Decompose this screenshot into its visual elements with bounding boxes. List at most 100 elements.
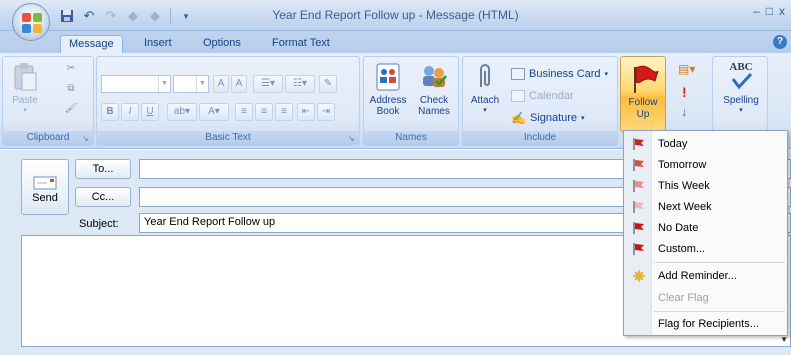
flag-today-icon (624, 133, 652, 154)
flag-this-week-icon (624, 175, 652, 196)
menu-label-flag-for-recipients: Flag for Recipients... (658, 317, 759, 330)
bold-button[interactable]: B (101, 103, 119, 121)
address-book-button[interactable]: Address Book (368, 61, 408, 117)
center-button[interactable]: ≡ (255, 103, 273, 121)
align-left-button[interactable]: ≡ (235, 103, 253, 121)
minimize-button[interactable]: – (753, 4, 760, 18)
check-names-icon (418, 61, 450, 93)
follow-up-label-line1: Follow (628, 97, 658, 108)
font-color-button[interactable]: A▾ (199, 103, 229, 121)
tab-insert[interactable]: Insert (136, 35, 180, 53)
spelling-check-icon: ABC (725, 61, 757, 93)
menu-separator (654, 262, 785, 263)
font-size-combo[interactable]: ▼ (173, 75, 209, 93)
underline-button[interactable]: U (141, 103, 159, 121)
menu-item-flag-for-recipients[interactable]: Flag for Recipients... (624, 313, 787, 334)
basic-text-group: ▼ ▼ A A ☰▾ ☷▾ ✎ B I U ab▾ A▾ ≡ ≡ ≡ ⇤ ⇥ B… (96, 56, 360, 146)
menu-item-this-week[interactable]: This Week (624, 175, 787, 196)
flag-no-date-icon (624, 217, 652, 238)
shrink-font-button[interactable]: A (231, 75, 247, 93)
cut-icon[interactable]: ✂ (61, 61, 81, 79)
scroll-down-icon[interactable]: ▼ (780, 335, 788, 344)
high-importance-icon[interactable]: ! (682, 84, 687, 100)
numbering-button[interactable]: ☷▾ (285, 75, 315, 93)
calendar-icon (511, 90, 525, 102)
menu-item-tomorrow[interactable]: Tomorrow (624, 154, 787, 175)
menu-label-add-reminder: Add Reminder... (658, 269, 737, 282)
format-painter-icon[interactable]: 🖌 (61, 101, 81, 119)
calendar-label: Calendar (529, 90, 574, 102)
calendar-button[interactable]: Calendar (511, 87, 574, 105)
reminder-bell-icon (624, 265, 652, 286)
grow-font-button[interactable]: A (213, 75, 229, 93)
increase-indent-button[interactable]: ⇥ (317, 103, 335, 121)
bullets-button[interactable]: ☰▾ (253, 75, 283, 93)
paste-dropdown-icon: ▾ (23, 107, 27, 114)
signature-dropdown-icon: ▾ (581, 115, 585, 122)
follow-up-menu: Today Tomorrow This Week Next Week No Da… (623, 130, 788, 336)
window-controls: – □ x (753, 4, 785, 18)
menu-item-custom[interactable]: Custom... (624, 238, 787, 259)
categorize-icon[interactable]: ▤▾ (678, 62, 695, 76)
flag-recipients-icon-slot (624, 313, 652, 334)
send-button[interactable]: Send (21, 159, 69, 215)
business-card-icon (511, 68, 525, 80)
menu-label-clear-flag: Clear Flag (658, 291, 709, 304)
help-icon[interactable]: ? (773, 35, 787, 49)
menu-item-no-date[interactable]: No Date (624, 217, 787, 238)
align-right-button[interactable]: ≡ (275, 103, 293, 121)
tab-format-text[interactable]: Format Text (264, 35, 338, 53)
attach-label: Attach (470, 95, 500, 106)
include-group-label: Include (463, 131, 617, 145)
clipboard-group: Paste ▾ ✂ ⧉ 🖌 Clipboard ↘ (2, 56, 94, 146)
send-envelope-icon (33, 176, 57, 190)
font-name-combo[interactable]: ▼ (101, 75, 171, 93)
to-button[interactable]: To... (75, 159, 131, 179)
italic-button[interactable]: I (121, 103, 139, 121)
menu-item-today[interactable]: Today (624, 133, 787, 154)
menu-item-next-week[interactable]: Next Week (624, 196, 787, 217)
signature-label: Signature (529, 112, 578, 124)
address-book-line2: Book (376, 106, 400, 117)
clear-formatting-button[interactable]: ✎ (319, 75, 337, 93)
low-importance-icon[interactable]: ↓ (681, 104, 688, 119)
menu-label-today: Today (658, 137, 688, 150)
business-card-dropdown-icon: ▾ (604, 71, 609, 78)
send-label: Send (32, 192, 58, 204)
maximize-button[interactable]: □ (766, 4, 773, 18)
clear-flag-icon-slot (624, 287, 652, 308)
clipboard-launcher-icon[interactable]: ↘ (82, 134, 91, 143)
paste-button[interactable]: Paste ▾ (5, 61, 45, 114)
follow-up-label-line2: Up (636, 109, 650, 120)
decrease-indent-button[interactable]: ⇤ (297, 103, 315, 121)
highlight-button[interactable]: ab▾ (167, 103, 197, 121)
copy-icon[interactable]: ⧉ (61, 81, 81, 99)
menu-item-clear-flag[interactable]: Clear Flag (624, 287, 787, 308)
ribbon-tabs: Message Insert Options Format Text ? (0, 31, 791, 53)
flag-custom-icon (624, 238, 652, 259)
tab-options[interactable]: Options (195, 35, 249, 53)
title-bar: ↶ ↷ ◆ ◆ ▾ Year End Report Follow up - Me… (0, 0, 791, 31)
attach-button[interactable]: Attach ▾ (465, 61, 505, 114)
menu-item-add-reminder[interactable]: Add Reminder... (624, 265, 787, 286)
office-logo-icon (22, 13, 42, 33)
basic-text-group-label: Basic Text (97, 131, 359, 145)
cc-button[interactable]: Cc... (75, 187, 131, 207)
spelling-button[interactable]: ABC Spelling ▾ (717, 61, 765, 114)
tab-message[interactable]: Message (60, 35, 123, 53)
close-button[interactable]: x (779, 4, 785, 18)
clipboard-group-label: Clipboard (3, 131, 93, 145)
paste-label: Paste (12, 95, 38, 106)
check-names-line2: Names (418, 106, 450, 117)
flag-tomorrow-icon (624, 154, 652, 175)
menu-label-custom: Custom... (658, 242, 706, 255)
office-button[interactable] (12, 3, 50, 41)
basic-text-launcher-icon[interactable]: ↘ (348, 134, 357, 143)
follow-up-button[interactable]: Follow Up (620, 56, 666, 132)
include-group: Attach ▾ Business Card ▾ Calendar ✍ Sign… (462, 56, 618, 146)
signature-button[interactable]: ✍ Signature ▾ (511, 109, 585, 127)
business-card-button[interactable]: Business Card ▾ (511, 65, 608, 83)
subject-label: Subject: (79, 218, 119, 230)
check-names-button[interactable]: Check Names (414, 61, 454, 117)
spelling-label: Spelling (723, 95, 759, 106)
